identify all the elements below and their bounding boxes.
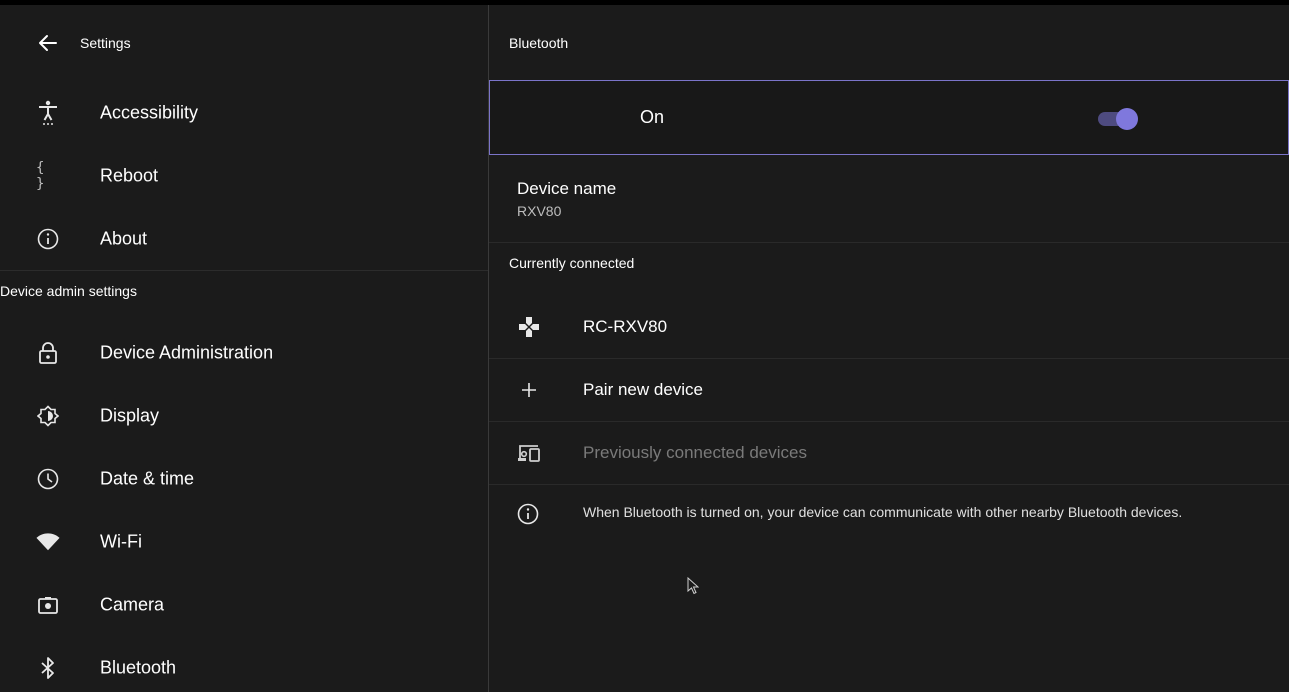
sidebar-item-label: About: [100, 228, 148, 248]
device-name-title: Device name: [517, 179, 617, 198]
sidebar-item-device-administration[interactable]: Device Administration: [0, 321, 488, 384]
sidebar-item-label: Reboot: [100, 165, 159, 185]
sidebar-item-label: Camera: [100, 594, 165, 614]
currently-connected-header: Currently connected: [509, 255, 635, 271]
toggle-label: On: [640, 107, 665, 127]
sidebar-item-label: Date & time: [100, 468, 195, 488]
section-header-label: Device admin settings: [0, 283, 137, 299]
mouse-cursor-icon: [687, 577, 699, 595]
sidebar-item-display[interactable]: Display: [0, 384, 488, 447]
sidebar-item-label: Accessibility: [100, 102, 199, 122]
sidebar-item-accessibility[interactable]: Accessibility: [0, 81, 488, 144]
sidebar-topbar: Settings: [0, 5, 488, 81]
device-name-row[interactable]: Device name RXV80: [489, 155, 1289, 243]
settings-screen: Settings Accessibility { } Reboot About …: [0, 5, 1289, 692]
bluetooth-icon: [36, 656, 60, 680]
back-arrow-icon[interactable]: [36, 31, 60, 55]
device-name-value: RXV80: [517, 203, 562, 219]
sidebar-item-wifi[interactable]: Wi-Fi: [0, 510, 488, 573]
bluetooth-info: When Bluetooth is turned on, your device…: [489, 495, 1289, 555]
bluetooth-toggle-row[interactable]: On: [489, 80, 1289, 155]
info-icon: [36, 227, 60, 251]
camera-icon: [36, 593, 60, 617]
gamepad-icon: [517, 315, 541, 339]
brightness-icon: [36, 404, 60, 428]
sidebar-item-label: Bluetooth: [100, 657, 177, 677]
sidebar-item-label: Display: [100, 405, 160, 425]
page-title: Bluetooth: [509, 35, 569, 51]
sidebar-item-label: Device Administration: [100, 342, 274, 362]
previously-connected-row[interactable]: Previously connected devices: [489, 422, 1289, 485]
sidebar-item-reboot[interactable]: { } Reboot: [0, 144, 488, 207]
connected-device-label: RC-RXV80: [583, 317, 668, 336]
connected-device-row[interactable]: RC-RXV80: [489, 296, 1289, 359]
sidebar-item-camera[interactable]: Camera: [0, 573, 488, 636]
bluetooth-pane: Bluetooth On Device name RXV80 Currently…: [489, 5, 1289, 692]
toggle-thumb: [1116, 108, 1138, 130]
braces-icon: { }: [36, 159, 45, 192]
pair-new-device-row[interactable]: Pair new device: [489, 359, 1289, 422]
sidebar-item-about[interactable]: About: [0, 207, 488, 270]
plus-icon: [517, 378, 541, 402]
sidebar-item-date-time[interactable]: Date & time: [0, 447, 488, 510]
lock-icon: [36, 341, 60, 365]
info-icon: [517, 503, 541, 527]
bluetooth-info-text: When Bluetooth is turned on, your device…: [583, 504, 1183, 520]
pair-new-device-label: Pair new device: [583, 380, 704, 399]
sidebar-title: Settings: [80, 35, 131, 51]
section-header-device-admin: Device admin settings: [0, 270, 488, 310]
sidebar: Settings Accessibility { } Reboot About …: [0, 5, 488, 692]
sidebar-item-bluetooth[interactable]: Bluetooth: [0, 636, 488, 692]
devices-icon: [517, 441, 541, 465]
previously-connected-label: Previously connected devices: [583, 443, 807, 462]
bluetooth-toggle-switch[interactable]: [1098, 108, 1138, 130]
clock-icon: [36, 467, 60, 491]
accessibility-icon: [36, 100, 60, 125]
wifi-icon: [36, 530, 60, 554]
sidebar-item-label: Wi-Fi: [100, 531, 142, 551]
